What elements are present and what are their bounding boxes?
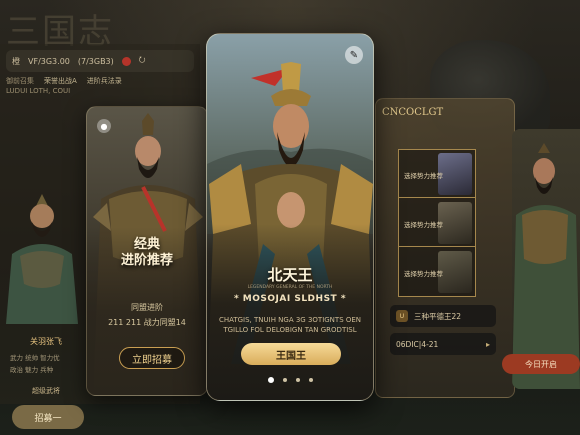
page-dot[interactable] [295, 378, 300, 382]
general-thumbnail [438, 202, 472, 244]
recommend-panel: CNCOCLGT 选择势力推荐 选择势力推荐 选择势力推荐 U 三种平德王22 … [375, 98, 515, 398]
card-stat: 211 211 战力同盟14 [108, 318, 186, 327]
general-stat-line: 武力 统帅 智力优 [10, 354, 60, 362]
card-title: 北天王 [267, 266, 313, 284]
tag[interactable]: 御前召集 [6, 76, 34, 86]
general-portrait [6, 194, 78, 324]
general-card-right[interactable] [512, 129, 580, 389]
info-row[interactable]: 06DIC|4-21 ▸ [390, 333, 496, 355]
general-card-featured[interactable]: ✎ 北天王 LEGENDARY GENERAL OF THE NORTH * M… [206, 33, 374, 401]
resource-icon: 橙 [12, 56, 20, 66]
card-description: CHATGIS, TNUIH NGA 3G 3OTIGNTS OEN TGILL… [218, 316, 362, 334]
tag[interactable]: 荣誉出战A [44, 76, 77, 86]
resource-bar: 橙 VF/3G3.00 (7/3GB3) ⭮ [6, 50, 194, 72]
recruit-button[interactable]: 招募一 [12, 405, 84, 429]
list-item[interactable]: 选择势力推荐 [399, 150, 475, 198]
info-icon[interactable]: ● [97, 119, 111, 133]
recommend-list: 选择势力推荐 选择势力推荐 选择势力推荐 [398, 149, 476, 297]
open-today-button[interactable]: 今日开启 [502, 354, 580, 374]
general-name: 关羽张飞 [30, 337, 62, 346]
general-subtitle: 超级武将 [32, 387, 60, 395]
tag-subtext: LUDUI LOTH, COUI [6, 87, 71, 95]
chevron-icon: ▸ [485, 339, 490, 349]
edit-icon[interactable]: ✎ [345, 46, 363, 64]
page-dot[interactable] [282, 378, 287, 382]
general-illustration [512, 143, 580, 389]
card-stat: 同盟进阶 [131, 303, 163, 312]
list-item[interactable]: 选择势力推荐 [399, 199, 475, 247]
general-thumbnail [438, 153, 472, 195]
recruit-now-button[interactable]: 立即招募 [119, 347, 185, 369]
card-tagline: LEGENDARY GENERAL OF THE NORTH [247, 285, 333, 290]
info-row[interactable]: U 三种平德王22 [390, 305, 496, 327]
panel-title: CNCOCLGT [382, 107, 444, 118]
general-thumbnail [438, 251, 472, 293]
menu-icon[interactable]: ⭮ [139, 54, 146, 68]
page-dot[interactable] [308, 378, 313, 382]
general-stat-line: 政治 魅力 兵种 [10, 366, 54, 374]
resource-value: (7/3GB3) [77, 56, 114, 66]
carousel-pagination [207, 377, 373, 383]
badge-icon: U [396, 310, 408, 322]
tag-row: 御前召集 荣誉出战A 进阶兵法录 [6, 76, 122, 86]
select-general-button[interactable]: 王国王 [241, 343, 341, 365]
list-item[interactable]: 选择势力推荐 [399, 248, 475, 296]
resource-value: VF/3G3.00 [28, 56, 70, 66]
general-card-left[interactable]: ● 经典 进阶推荐 同盟进阶 211 211 战力同盟14 立即招募 [86, 106, 208, 396]
alert-icon[interactable] [121, 56, 131, 66]
tag[interactable]: 进阶兵法录 [87, 76, 122, 86]
card-title: 经典 进阶推荐 [120, 237, 173, 268]
page-dot[interactable] [267, 377, 274, 383]
card-subtitle: * MOSOJAI SLDHST * [233, 294, 347, 304]
